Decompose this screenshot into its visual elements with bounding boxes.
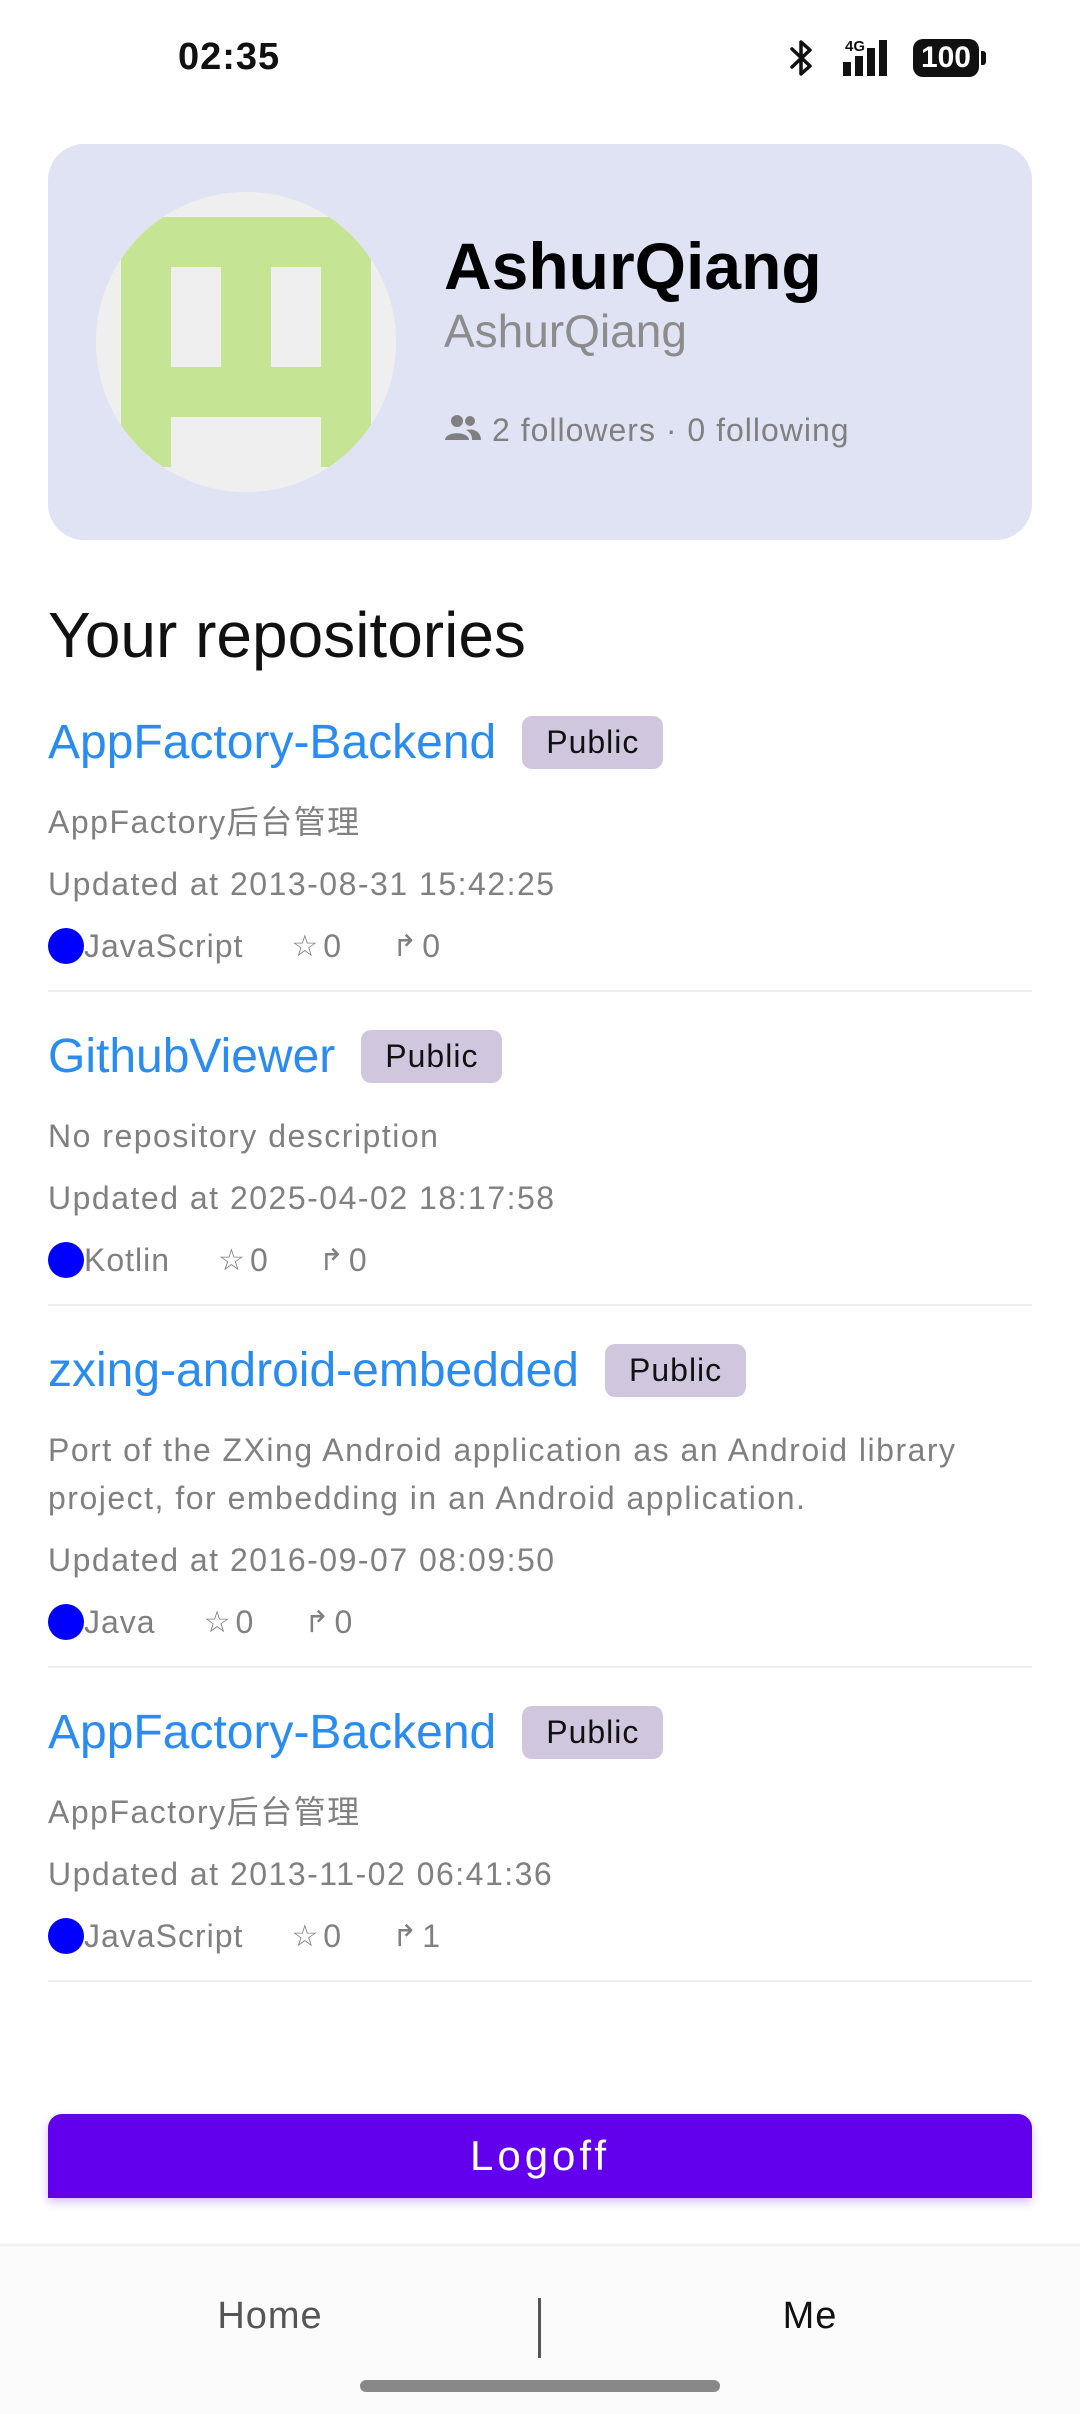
- repo-description: AppFactory后台管理: [48, 804, 361, 840]
- repo-name-link[interactable]: zxing-android-embedded: [48, 1343, 579, 1398]
- repo-stars: 0: [235, 1603, 255, 1640]
- follow-stats: 2 followers · 0 following: [444, 412, 850, 449]
- repo-language: JavaScript: [84, 927, 244, 964]
- repository-list: AppFactory-Backend Public AppFactory后台管理…: [48, 700, 1032, 2004]
- visibility-badge: Public: [522, 715, 664, 769]
- repo-forks: 1: [422, 1917, 442, 1954]
- fork-icon: ↱: [392, 929, 419, 963]
- people-icon: [444, 412, 482, 449]
- repo-description: AppFactory后台管理: [48, 1794, 361, 1830]
- profile-card: AshurQiang AshurQiang 2 followers · 0 fo…: [48, 144, 1032, 540]
- language-color-dot: [48, 1604, 84, 1640]
- repo-name-link[interactable]: AppFactory-Backend: [48, 1705, 496, 1760]
- language-color-dot: [48, 1242, 84, 1278]
- repo-updated-time: Updated at 2016-09-07 08:09:50: [48, 1542, 556, 1578]
- network-type-label: 4G: [845, 38, 865, 55]
- repo-forks: 0: [348, 1241, 368, 1278]
- repo-stars: 0: [249, 1241, 269, 1278]
- star-icon: ☆: [291, 1919, 320, 1953]
- battery-level: 100: [912, 39, 979, 77]
- repo-description: No repository description: [48, 1118, 440, 1154]
- repo-list-item[interactable]: GithubViewer Public No repository descri…: [48, 1014, 1032, 1306]
- repo-name-link[interactable]: AppFactory-Backend: [48, 715, 496, 770]
- profile-login: AshurQiang: [444, 305, 687, 357]
- repo-stars: 0: [323, 927, 343, 964]
- repo-name-link[interactable]: GithubViewer: [48, 1029, 335, 1084]
- repo-language: Java: [84, 1603, 156, 1640]
- repo-language: JavaScript: [84, 1917, 244, 1954]
- visibility-badge: Public: [522, 1705, 664, 1759]
- star-icon: ☆: [218, 1243, 246, 1277]
- profile-name: AshurQiang: [444, 229, 822, 303]
- status-icons: 4G 100: [789, 38, 986, 78]
- repo-meta: Java ☆ 0 ↱ 0: [48, 1598, 1032, 1646]
- home-indicator[interactable]: [360, 2380, 720, 2392]
- status-bar: 02:35 4G 100: [0, 0, 1080, 120]
- nav-tab-me[interactable]: Me: [540, 2246, 1080, 2386]
- visibility-badge: Public: [361, 1029, 503, 1083]
- repo-list-item[interactable]: zxing-android-embedded Public Port of th…: [48, 1328, 1032, 1668]
- repo-list-item[interactable]: AppFactory-Backend Public AppFactory后台管理…: [48, 1690, 1032, 1982]
- repositories-heading: Your repositories: [48, 599, 526, 671]
- repo-forks: 0: [422, 927, 442, 964]
- bluetooth-icon: [789, 39, 815, 77]
- fork-icon: ↱: [304, 1605, 331, 1639]
- identicon-image: [96, 192, 396, 492]
- star-icon: ☆: [203, 1605, 232, 1639]
- repo-forks: 0: [334, 1603, 354, 1640]
- status-time: 02:35: [178, 36, 281, 78]
- follow-text: 2 followers · 0 following: [492, 412, 850, 448]
- repo-updated-time: Updated at 2013-11-02 06:41:36: [48, 1856, 554, 1892]
- language-color-dot: [48, 1918, 84, 1954]
- repo-meta: JavaScript ☆ 0 ↱ 1: [48, 1912, 1032, 1960]
- repo-list-item[interactable]: AppFactory-Backend Public AppFactory后台管理…: [48, 700, 1032, 992]
- repo-updated-time: Updated at 2025-04-02 18:17:58: [48, 1180, 556, 1216]
- fork-icon: ↱: [392, 1919, 419, 1953]
- battery-icon: 100: [912, 39, 986, 77]
- repo-stars: 0: [323, 1917, 343, 1954]
- repo-meta: JavaScript ☆ 0 ↱ 0: [48, 922, 1032, 970]
- star-icon: ☆: [291, 929, 320, 963]
- avatar: [96, 192, 396, 492]
- fork-icon: ↱: [318, 1243, 345, 1277]
- nav-tab-home[interactable]: Home: [0, 2246, 540, 2386]
- repo-updated-time: Updated at 2013-08-31 15:42:25: [48, 866, 556, 902]
- repo-description: Port of the ZXing Android application as…: [48, 1432, 957, 1516]
- language-color-dot: [48, 928, 84, 964]
- repo-meta: Kotlin ☆ 0 ↱ 0: [48, 1236, 1032, 1284]
- signal-icon: 4G: [833, 38, 895, 78]
- repo-language: Kotlin: [84, 1241, 171, 1278]
- visibility-badge: Public: [605, 1343, 747, 1397]
- logoff-button[interactable]: Logoff: [48, 2114, 1032, 2198]
